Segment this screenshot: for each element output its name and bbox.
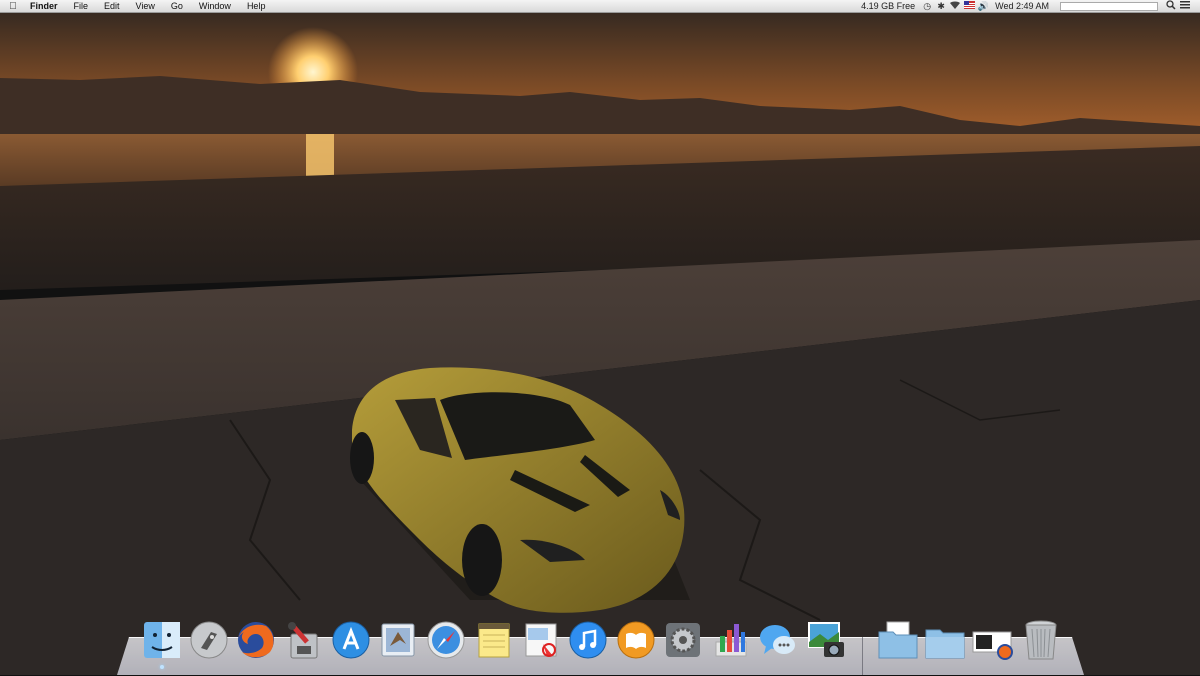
- dock-ibooks[interactable]: [615, 619, 657, 661]
- calendar-icon: [525, 623, 557, 657]
- dock-launchpad[interactable]: [188, 619, 230, 661]
- dock-notes[interactable]: [473, 619, 515, 661]
- finder-icon: [144, 622, 180, 658]
- safari-icon: [427, 621, 465, 659]
- desktop-wallpaper: [0, 0, 1200, 675]
- dock-firefox[interactable]: [235, 619, 277, 661]
- app-store-icon: [332, 621, 370, 659]
- menu-window[interactable]: Window: [191, 0, 239, 13]
- notes-icon: [478, 623, 510, 658]
- numbers-icon: [715, 624, 747, 657]
- dock-iphoto[interactable]: [805, 619, 847, 661]
- dock-calendar[interactable]: [520, 619, 562, 661]
- menu-edit[interactable]: Edit: [96, 0, 128, 13]
- itunes-icon: [569, 621, 607, 659]
- iphoto-icon: [808, 622, 844, 657]
- apple-menu-icon[interactable]: : [0, 1, 26, 12]
- dock-system-preferences[interactable]: [662, 619, 704, 661]
- messages-icon: [760, 625, 795, 654]
- ibooks-icon: [617, 621, 655, 659]
- spotlight-icon[interactable]: [1164, 0, 1178, 12]
- download-document-icon: [972, 631, 1013, 660]
- dock-system-utility[interactable]: [282, 619, 324, 661]
- running-indicator: [160, 665, 164, 669]
- flag-icon[interactable]: [962, 1, 976, 11]
- time-machine-icon[interactable]: ◷: [920, 1, 934, 12]
- dock-mail[interactable]: [377, 619, 419, 661]
- dock-safari[interactable]: [425, 619, 467, 661]
- volume-icon[interactable]: 🔊: [976, 1, 990, 12]
- dock-documents-folder[interactable]: [877, 619, 919, 661]
- folder-icon: [878, 621, 918, 659]
- firefox-icon: [238, 622, 274, 658]
- wallpaper-image: [0, 0, 1200, 675]
- dock-numbers[interactable]: [710, 619, 752, 661]
- menu-file[interactable]: File: [66, 0, 97, 13]
- folder-icon: [925, 629, 965, 659]
- dock-downloads-folder[interactable]: [924, 619, 966, 661]
- status-area: 4.19 GB Free ◷ ✱ 🔊 Wed 2:49 AM: [856, 0, 1200, 13]
- dock-separator: [862, 637, 863, 675]
- menu-view[interactable]: View: [128, 0, 163, 13]
- mail-icon: [381, 623, 415, 657]
- dock-messages[interactable]: [757, 619, 799, 661]
- clock[interactable]: Wed 2:49 AM: [990, 0, 1054, 13]
- menu-app-finder[interactable]: Finder: [26, 0, 66, 13]
- menu-help[interactable]: Help: [239, 0, 274, 13]
- menu-go[interactable]: Go: [163, 0, 191, 13]
- launchpad-icon: [190, 621, 228, 659]
- bluetooth-icon[interactable]: ✱: [934, 1, 948, 12]
- spotlight-field[interactable]: [1060, 1, 1158, 11]
- dock-trash[interactable]: [1020, 619, 1062, 661]
- dock-finder[interactable]: [141, 619, 183, 661]
- trash-icon: [1025, 620, 1057, 660]
- utility-icon: [288, 622, 318, 659]
- dock-firefox-download[interactable]: [971, 619, 1013, 661]
- gear-icon: [666, 623, 700, 657]
- dock-itunes[interactable]: [567, 619, 609, 661]
- dock-app-store[interactable]: [330, 619, 372, 661]
- notification-center-icon[interactable]: [1178, 1, 1192, 11]
- menu-bar:  Finder File Edit View Go Window Help 4…: [0, 0, 1200, 13]
- wifi-icon[interactable]: [948, 1, 962, 12]
- disk-free-status[interactable]: 4.19 GB Free: [856, 0, 920, 13]
